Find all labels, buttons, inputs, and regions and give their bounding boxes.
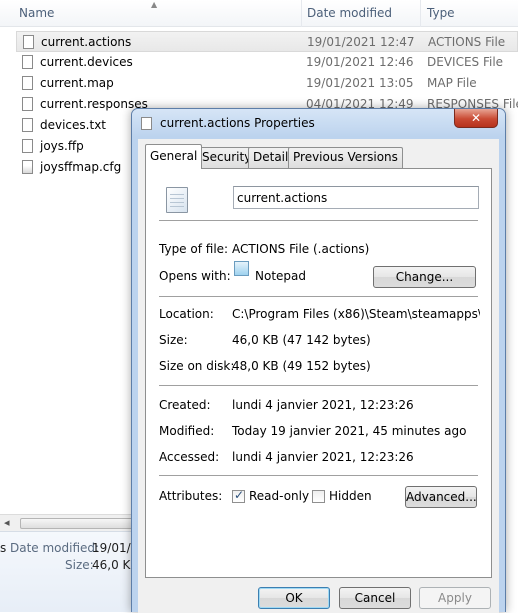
file-name: joys.ffp xyxy=(40,139,84,153)
file-icon xyxy=(23,35,34,49)
file-date: 19/01/2021 12:47 xyxy=(307,35,415,49)
size-label: Size: xyxy=(159,333,188,347)
file-icon xyxy=(22,97,33,111)
size-value: 46,0 KB (47 142 bytes) xyxy=(232,333,371,347)
size-on-disk-label: Size on disk: xyxy=(159,359,235,373)
close-button[interactable]: ✕ xyxy=(454,109,498,128)
attributes-label: Attributes: xyxy=(159,489,223,503)
file-name: current.map xyxy=(40,76,114,90)
window-edge xyxy=(504,560,518,612)
sort-ascending-icon: ▲ xyxy=(151,0,158,9)
file-name: current.actions xyxy=(41,35,132,49)
config-file-icon xyxy=(22,160,33,174)
document-icon xyxy=(166,187,188,213)
created-value: lundi 4 janvier 2021, 12:23:26 xyxy=(232,398,414,412)
file-name: current.devices xyxy=(40,55,133,69)
size-on-disk-value: 48,0 KB (49 152 bytes) xyxy=(232,359,371,373)
file-row[interactable]: current.devices 19/01/2021 12:46 DEVICES… xyxy=(16,52,518,73)
file-name: devices.txt xyxy=(40,118,106,132)
file-date: 19/01/2021 12:46 xyxy=(306,55,414,69)
location-value: C:\Program Files (x86)\Steam\steamapps\c… xyxy=(232,307,480,321)
read-only-checkbox[interactable]: ✓ xyxy=(232,488,245,503)
details-truncated-text: s xyxy=(0,541,7,555)
column-header-name[interactable]: Name xyxy=(19,6,54,20)
file-row[interactable]: current.map 19/01/2021 13:05 MAP File xyxy=(16,73,518,94)
notepad-icon xyxy=(234,261,249,276)
file-type: DEVICES File xyxy=(427,55,504,69)
accessed-label: Accessed: xyxy=(159,450,220,464)
column-divider[interactable] xyxy=(420,0,421,27)
hidden-checkbox[interactable] xyxy=(312,490,325,503)
read-only-label[interactable]: Read-only xyxy=(249,489,309,503)
details-date-label: Date modified: xyxy=(10,541,100,555)
horizontal-scrollbar[interactable]: ◂ xyxy=(0,514,136,531)
file-row[interactable]: current.actions 19/01/2021 12:47 ACTIONS… xyxy=(16,31,518,52)
scroll-left-arrow-icon[interactable]: ◂ xyxy=(4,516,10,529)
details-size-label: Size: xyxy=(65,558,94,572)
dialog-title-bar[interactable]: current.actions Properties ✕ xyxy=(132,109,505,137)
divider xyxy=(159,296,478,297)
file-icon xyxy=(22,55,33,69)
dialog-title: current.actions Properties xyxy=(160,116,315,130)
opens-with-value: Notepad xyxy=(255,269,306,283)
divider xyxy=(159,385,478,386)
opens-with-label: Opens with: xyxy=(159,269,231,283)
properties-dialog: current.actions Properties ✕ General Sec… xyxy=(131,108,506,613)
modified-label: Modified: xyxy=(159,424,215,438)
accessed-value: lundi 4 janvier 2021, 12:23:26 xyxy=(232,450,414,464)
column-header-date-modified[interactable]: Date modified xyxy=(307,6,392,20)
file-date: 19/01/2021 13:05 xyxy=(306,76,414,90)
file-name-field[interactable] xyxy=(233,186,479,209)
divider xyxy=(159,220,478,221)
file-type: MAP File xyxy=(427,76,477,90)
location-label: Location: xyxy=(159,307,214,321)
dialog-body: General Security Details Previous Versio… xyxy=(138,139,499,613)
hidden-label[interactable]: Hidden xyxy=(329,489,372,503)
column-header-type[interactable]: Type xyxy=(427,6,455,20)
advanced-button[interactable]: Advanced... xyxy=(405,486,477,508)
file-name: joysffmap.cfg xyxy=(40,160,122,174)
file-icon xyxy=(22,139,33,153)
close-icon: ✕ xyxy=(470,111,482,125)
file-icon xyxy=(22,118,33,132)
tab-previous-versions[interactable]: Previous Versions xyxy=(288,147,403,168)
type-of-file-label: Type of file: xyxy=(159,242,229,256)
file-name: current.responses xyxy=(40,97,148,111)
file-icon xyxy=(22,76,33,90)
apply-button[interactable]: Apply xyxy=(419,587,491,609)
checkmark-icon: ✓ xyxy=(234,488,245,502)
change-button[interactable]: Change... xyxy=(373,266,476,288)
modified-value: Today 19 janvier 2021, 45 minutes ago xyxy=(232,424,467,438)
details-pane: s Date modified: 19/01/2 Size: 46,0 KB xyxy=(0,531,139,612)
created-label: Created: xyxy=(159,398,211,412)
general-tab-panel: Type of file: ACTIONS File (.actions) Op… xyxy=(145,168,492,578)
column-header-bar: Name ▲ Date modified Type xyxy=(0,0,518,27)
ok-button[interactable]: OK xyxy=(258,587,330,609)
type-of-file-value: ACTIONS File (.actions) xyxy=(232,242,370,256)
file-icon xyxy=(141,117,152,130)
file-type: ACTIONS File xyxy=(428,35,506,49)
tab-general[interactable]: General xyxy=(145,144,203,169)
column-divider[interactable] xyxy=(301,0,302,27)
cancel-button[interactable]: Cancel xyxy=(339,587,411,609)
scrollbar-thumb[interactable] xyxy=(20,518,136,529)
divider xyxy=(159,475,478,476)
